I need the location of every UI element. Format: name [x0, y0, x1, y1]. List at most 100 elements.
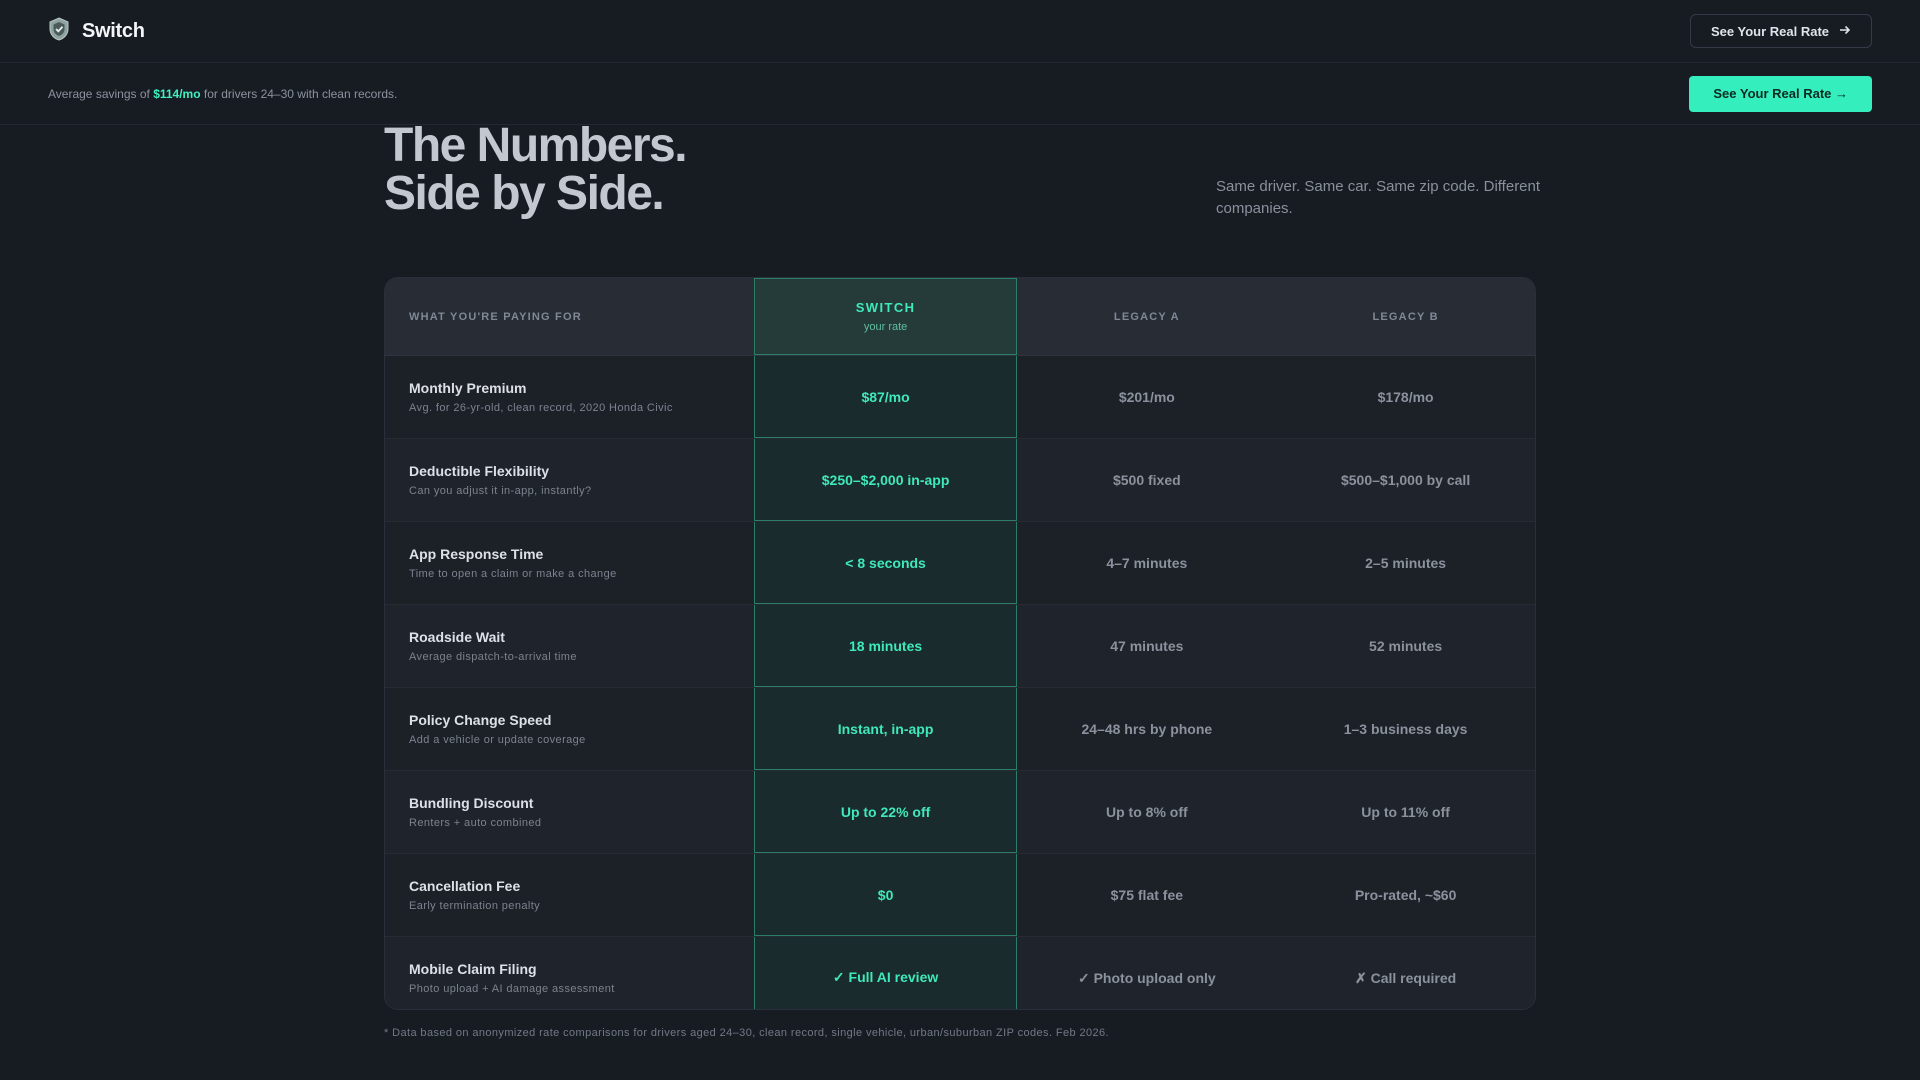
legacy-b-value-cell: 1–3 business days	[1276, 688, 1535, 770]
legacy-b-value: Up to 11% off	[1361, 804, 1450, 820]
legacy-b-value-cell: Pro-rated, ~$60	[1276, 854, 1535, 936]
row-title: App Response Time	[409, 546, 544, 562]
switch-value-cell: Instant, in-app	[753, 688, 1018, 770]
promo-savings-highlight: $114/mo	[153, 86, 201, 101]
row-description: Time to open a claim or make a change	[409, 568, 617, 580]
legacy-a-value-cell: 47 minutes	[1017, 605, 1276, 687]
promo-bar: Average savings of $114/mo for drivers 2…	[0, 63, 1920, 125]
row-title: Cancellation Fee	[409, 878, 521, 894]
row-description: Add a vehicle or update coverage	[409, 734, 586, 746]
row-label-cell: Deductible Flexibility Can you adjust it…	[385, 439, 754, 521]
nav-cta-label: See Your Real Rate	[1710, 23, 1829, 39]
table-row: Roadside Wait Average dispatch-to-arriva…	[385, 605, 1535, 688]
row-label-cell: Cancellation Fee Early termination penal…	[385, 854, 754, 936]
row-title: Bundling Discount	[409, 795, 534, 811]
header-label: WHAT YOU'RE PAYING FOR	[409, 310, 582, 323]
switch-value: ✓ Full AI review	[832, 969, 939, 985]
legacy-a-value: $201/mo	[1118, 389, 1175, 405]
legacy-b-value: Pro-rated, ~$60	[1354, 887, 1457, 903]
row-description: Average dispatch-to-arrival time	[409, 651, 577, 663]
row-description: Early termination penalty	[409, 900, 541, 912]
row-label-cell: Bundling Discount Renters + auto combine…	[385, 771, 754, 853]
switch-value: $0	[877, 886, 894, 903]
see-real-rate-nav-button[interactable]: See Your Real Rate	[1689, 14, 1872, 48]
header-legacy-a-cell: LEGACY A	[1017, 278, 1276, 355]
legacy-a-value: 47 minutes	[1110, 638, 1184, 654]
legacy-b-value: 1–3 business days	[1343, 721, 1468, 737]
row-description: Can you adjust it in-app, instantly?	[409, 485, 592, 497]
legacy-a-value: $500 fixed	[1112, 472, 1181, 488]
see-real-rate-cta-button[interactable]: See Your Real Rate →	[1689, 75, 1872, 112]
row-title: Monthly Premium	[409, 380, 527, 396]
title-line-1: The Numbers.	[384, 119, 688, 172]
switch-value: Up to 22% off	[840, 803, 931, 820]
table-row: Mobile Claim Filing Photo upload + AI da…	[385, 937, 1535, 1009]
legacy-a-value-cell: 4–7 minutes	[1017, 522, 1276, 604]
header-label-cell: WHAT YOU'RE PAYING FOR	[385, 278, 754, 355]
legacy-a-value-cell: $75 flat fee	[1017, 854, 1276, 936]
row-title: Roadside Wait	[409, 629, 505, 645]
header-switch-name: SWITCH	[855, 300, 916, 315]
row-label-cell: Roadside Wait Average dispatch-to-arriva…	[385, 605, 754, 687]
header-legacy-b-cell: LEGACY B	[1276, 278, 1535, 355]
brand[interactable]: Switch	[48, 16, 145, 46]
legacy-b-value: 52 minutes	[1369, 638, 1443, 654]
legacy-a-value: Up to 8% off	[1106, 804, 1188, 820]
switch-value-cell: ✓ Full AI review	[753, 937, 1018, 1009]
brand-name: Switch	[82, 19, 145, 42]
switch-value: 18 minutes	[849, 637, 923, 654]
legacy-a-value-cell: Up to 8% off	[1017, 771, 1276, 853]
shield-icon	[48, 16, 70, 46]
header-switch-cell: SWITCH your rate	[753, 278, 1018, 355]
promo-text-before: Average savings of	[48, 86, 154, 101]
legacy-a-value: 24–48 hrs by phone	[1081, 721, 1213, 737]
row-title: Policy Change Speed	[409, 712, 552, 728]
promo-text: Average savings of $114/mo for drivers 2…	[48, 87, 397, 101]
switch-value-cell: Up to 22% off	[753, 771, 1018, 853]
switch-value: Instant, in-app	[837, 720, 934, 737]
footnote: * Data based on anonymized rate comparis…	[384, 1027, 1110, 1039]
switch-value-cell: $250–$2,000 in-app	[753, 439, 1018, 521]
legacy-b-value: ✗ Call required	[1355, 969, 1457, 986]
table-row: Bundling Discount Renters + auto combine…	[385, 771, 1535, 854]
legacy-a-value-cell: ✓ Photo upload only	[1017, 937, 1276, 1009]
row-title: Deductible Flexibility	[409, 463, 550, 479]
row-description: Photo upload + AI damage assessment	[409, 983, 615, 995]
legacy-a-value-cell: $201/mo	[1017, 356, 1276, 438]
legacy-b-value: 2–5 minutes	[1365, 555, 1447, 571]
page-subtitle: Same driver. Same car. Same zip code. Di…	[1216, 178, 1541, 217]
switch-value: $250–$2,000 in-app	[821, 471, 950, 488]
legacy-b-value-cell: 52 minutes	[1276, 605, 1535, 687]
legacy-a-value-cell: 24–48 hrs by phone	[1017, 688, 1276, 770]
page-title: The Numbers. Side by Side.	[384, 119, 688, 220]
title-line-2: Side by Side.	[384, 167, 665, 220]
legacy-a-value: 4–7 minutes	[1106, 555, 1188, 571]
row-label-cell: Monthly Premium Avg. for 26-yr-old, clea…	[385, 356, 754, 438]
legacy-a-value: $75 flat fee	[1110, 887, 1184, 903]
row-description: Avg. for 26-yr-old, clean record, 2020 H…	[409, 402, 673, 414]
table-row: Policy Change Speed Add a vehicle or upd…	[385, 688, 1535, 771]
switch-value-cell: < 8 seconds	[753, 522, 1018, 604]
top-nav: Switch See Your Real Rate	[0, 0, 1920, 63]
switch-value: $87/mo	[861, 388, 910, 405]
row-label-cell: App Response Time Time to open a claim o…	[385, 522, 754, 604]
switch-value-cell: 18 minutes	[753, 605, 1018, 687]
switch-value: < 8 seconds	[845, 554, 926, 571]
arrow-right-icon	[1839, 24, 1851, 39]
legacy-b-value-cell: ✗ Call required	[1276, 937, 1535, 1009]
legacy-b-value: $178/mo	[1377, 389, 1434, 405]
table-row: Monthly Premium Avg. for 26-yr-old, clea…	[385, 356, 1535, 439]
legacy-b-value-cell: 2–5 minutes	[1276, 522, 1535, 604]
comparison-table: WHAT YOU'RE PAYING FOR SWITCH your rate …	[384, 277, 1536, 1010]
legacy-a-value-cell: $500 fixed	[1017, 439, 1276, 521]
legacy-b-value-cell: Up to 11% off	[1276, 771, 1535, 853]
header-switch-sub: your rate	[863, 321, 908, 333]
legacy-a-value: ✓ Photo upload only	[1077, 969, 1216, 986]
promo-text-after: for drivers 24–30 with clean records.	[200, 86, 398, 101]
row-title: Mobile Claim Filing	[409, 961, 537, 977]
table-row: Cancellation Fee Early termination penal…	[385, 854, 1535, 937]
row-label-cell: Policy Change Speed Add a vehicle or upd…	[385, 688, 754, 770]
row-description: Renters + auto combined	[409, 817, 542, 829]
legacy-b-value-cell: $178/mo	[1276, 356, 1535, 438]
legacy-b-value-cell: $500–$1,000 by call	[1276, 439, 1535, 521]
